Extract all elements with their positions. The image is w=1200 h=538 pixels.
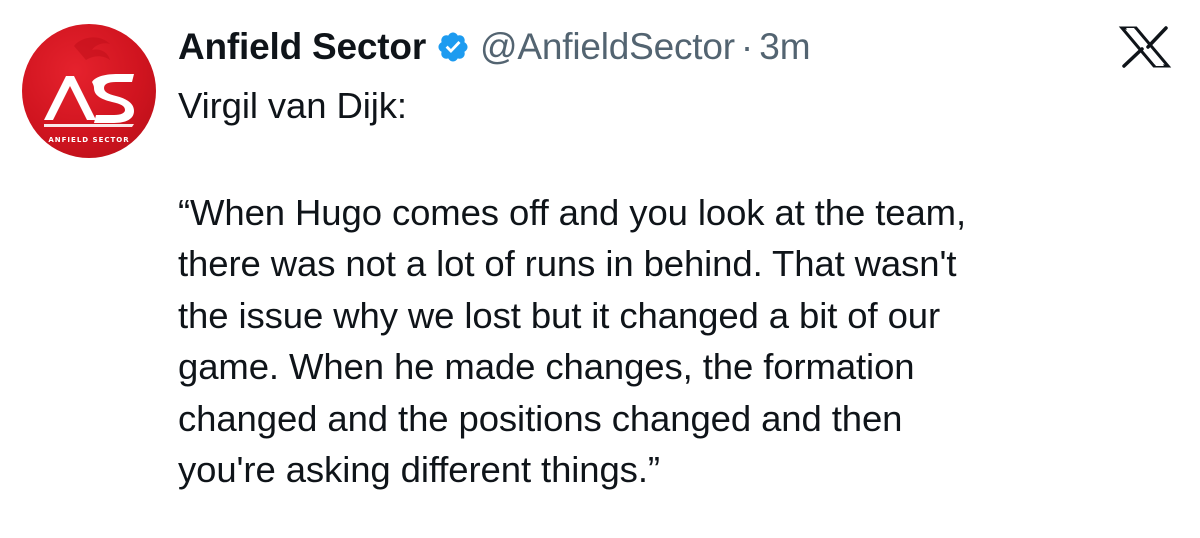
- avatar[interactable]: ANFIELD SECTOR: [22, 24, 156, 158]
- x-logo-icon: [1118, 26, 1172, 68]
- quote-line: game. When he made changes, the formatio…: [178, 346, 915, 387]
- quote-line: changed and the positions changed and th…: [178, 397, 903, 439]
- quote-line: you're asking different things.”: [178, 449, 660, 490]
- svg-text:ANFIELD SECTOR: ANFIELD SECTOR: [48, 136, 129, 144]
- quote-line: the issue why we lost but it changed a b…: [178, 294, 941, 336]
- tweet-text-intro: Virgil van Dijk:: [178, 85, 407, 126]
- tweet-text: Virgil van Dijk: “When Hugo comes off an…: [178, 80, 1178, 496]
- quote-line: there was not a lot of runs in behind. T…: [178, 243, 957, 284]
- display-name[interactable]: Anfield Sector: [178, 26, 426, 68]
- tweet-card: ANFIELD SECTOR Anfield Sector @AnfieldSe…: [0, 0, 1200, 538]
- timestamp[interactable]: 3m: [759, 26, 810, 68]
- quote-line: “When Hugo comes off and you look at the…: [178, 191, 967, 233]
- user-handle[interactable]: @AnfieldSector: [480, 26, 735, 68]
- anfield-sector-logo-icon: ANFIELD SECTOR: [44, 37, 134, 144]
- separator-dot: ·: [740, 26, 754, 67]
- tweet-header: Anfield Sector @AnfieldSector · 3m: [178, 22, 811, 72]
- verified-badge-icon: [436, 30, 470, 64]
